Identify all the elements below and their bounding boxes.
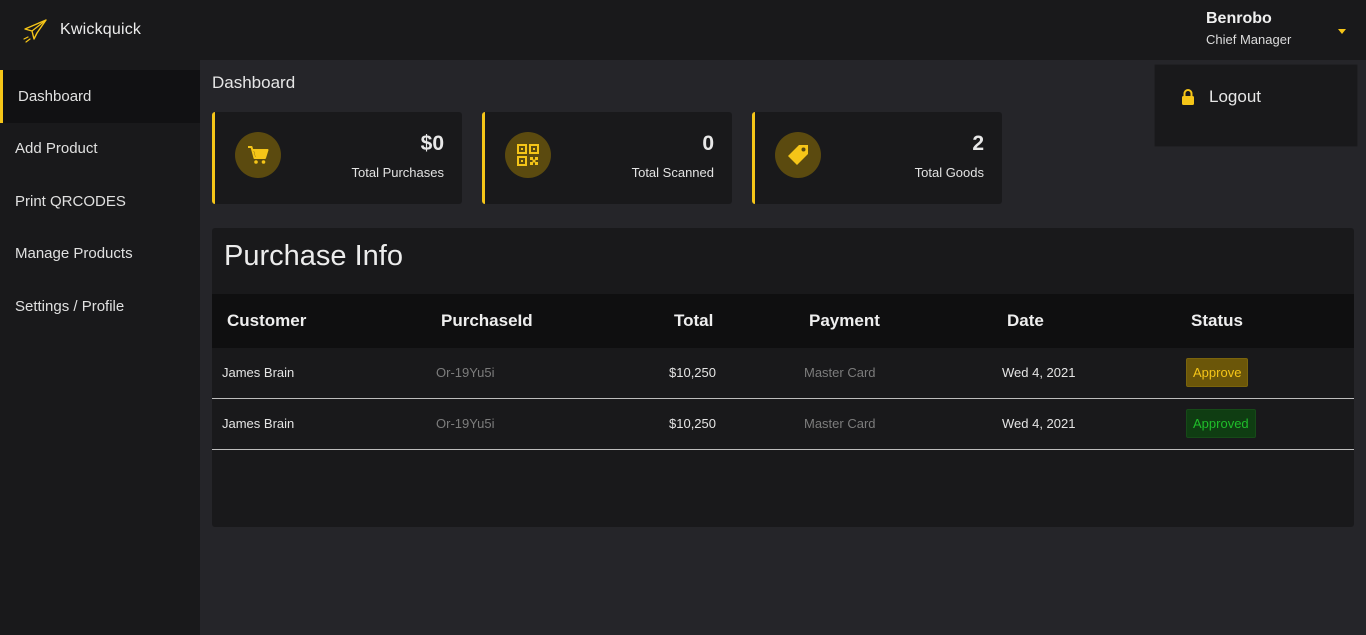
cell-purchase-id: Or-19Yu5i [436,416,495,431]
sidebar-item-dashboard[interactable]: Dashboard [0,70,200,123]
status-badge-approved: Approved [1186,409,1256,438]
table-row: James Brain Or-19Yu5i $10,250 Master Car… [212,399,1354,450]
sidebar-item-label: Settings / Profile [15,297,125,315]
column-header-status: Status [1191,311,1243,330]
cart-icon [235,132,281,178]
sidebar-item-label: Dashboard [18,87,92,105]
cell-customer: James Brain [222,416,295,431]
brand-name: Kwickquick [60,21,142,38]
user-menu[interactable]: Benrobo Chief Manager [1206,10,1291,47]
column-header-customer: Customer [227,311,307,330]
logout-label: Logout [1209,87,1261,106]
cell-purchase-id: Or-19Yu5i [436,365,495,380]
column-header-purchase-id: PurchaseId [441,311,533,330]
logout-button[interactable]: Logout [1181,87,1261,107]
stat-label: Total Goods [914,165,984,180]
stat-card-total-goods: 2 Total Goods [752,112,1002,204]
cell-customer: James Brain [222,365,295,380]
cell-payment: Master Card [804,416,876,431]
panel-title: Purchase Info [224,240,403,272]
table-row: James Brain Or-19Yu5i $10,250 Master Car… [212,348,1354,399]
user-name: Benrobo [1206,10,1272,27]
cell-date: Wed 4, 2021 [1002,416,1076,431]
sidebar-item-manage-products[interactable]: Manage Products [0,228,200,281]
cell-payment: Master Card [804,365,876,380]
column-header-total: Total [674,311,714,330]
caret-down-icon[interactable] [1338,29,1346,34]
tag-icon [775,132,821,178]
sidebar-item-label: Add Product [15,140,98,158]
cell-date: Wed 4, 2021 [1002,365,1076,380]
topbar: Benrobo Chief Manager [200,0,1366,60]
sidebar-nav: Dashboard Add Product Print QRCODES Mana… [0,70,200,333]
table-header: Customer PurchaseId Total Payment Date S… [212,294,1354,348]
lock-icon [1182,89,1194,105]
stat-label: Total Purchases [351,165,445,180]
stat-value: 2 [972,132,984,155]
cell-total: $10,250 [669,365,716,380]
user-dropdown: Logout [1154,64,1358,147]
stat-card-total-purchases: $0 Total Purchases [212,112,462,204]
user-role: Chief Manager [1206,32,1292,47]
approve-button[interactable]: Approve [1186,358,1249,387]
qr-code-icon [505,132,551,178]
sidebar-item-label: Print QRCODES [15,192,126,210]
stat-label: Total Scanned [631,165,714,180]
sidebar-item-label: Manage Products [15,245,133,263]
sidebar-item-print-qrcodes[interactable]: Print QRCODES [0,175,200,228]
stat-value: 0 [702,132,714,155]
sidebar-item-settings-profile[interactable]: Settings / Profile [0,280,200,333]
column-header-date: Date [1007,311,1044,330]
paper-plane-icon [23,19,47,43]
cell-total: $10,250 [669,416,716,431]
stat-value: $0 [420,132,444,155]
sidebar-item-add-product[interactable]: Add Product [0,123,200,176]
page-title: Dashboard [212,73,296,92]
column-header-payment: Payment [809,311,880,330]
purchase-info-panel: Purchase Info Customer PurchaseId Total … [212,228,1354,527]
brand[interactable]: Kwickquick [0,0,200,60]
sidebar: Kwickquick Dashboard Add Product Print Q… [0,0,200,635]
stat-card-total-scanned: 0 Total Scanned [482,112,732,204]
